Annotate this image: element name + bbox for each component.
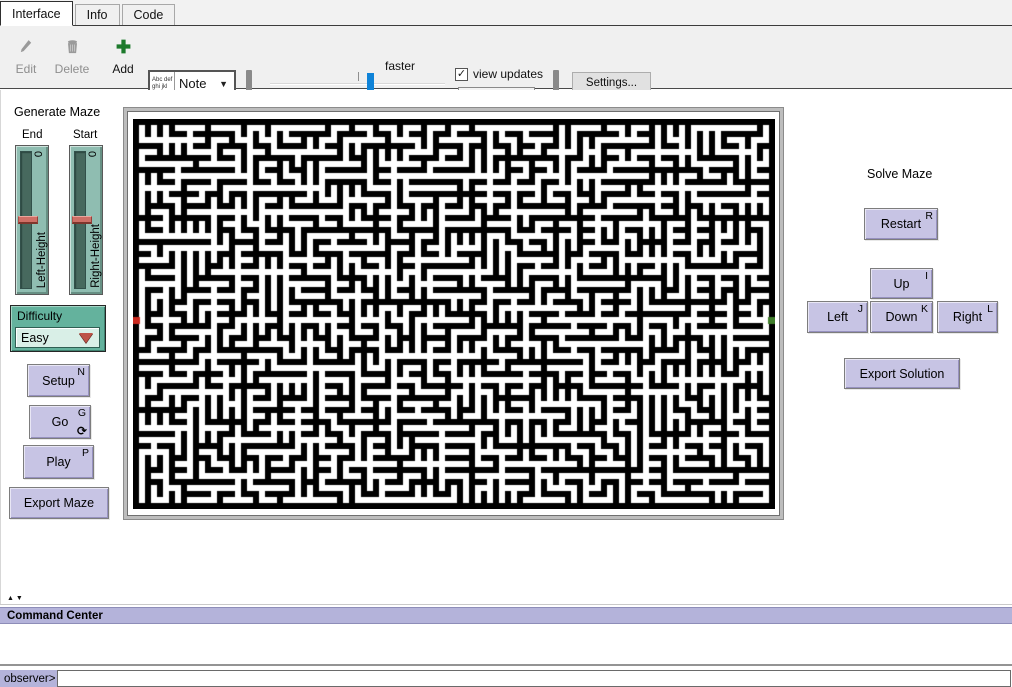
forever-icon: ⟳ [77,424,87,438]
down-button-label: Down [886,310,918,324]
start-label: Start [73,129,97,141]
command-prompt-row: observer> [0,670,1012,687]
difficulty-label: Difficulty [17,309,105,323]
world-view[interactable] [127,111,780,516]
export-maze-button[interactable]: Export Maze [9,487,109,519]
speed-slider[interactable] [270,83,445,85]
edit-label: Edit [4,62,48,76]
up-button-label: Up [894,277,910,291]
play-hotkey: P [82,447,89,459]
restart-hotkey: R [925,210,933,222]
setup-hotkey: N [77,366,85,378]
left-button[interactable]: Left J [807,301,868,333]
solve-maze-title: Solve Maze [867,167,932,181]
checkbox-check-icon[interactable]: ✓ [455,68,468,81]
go-button-label: Go [52,415,69,429]
command-center: Command Center observer> [0,604,1012,686]
difficulty-chooser[interactable]: Difficulty Easy [10,305,106,352]
command-center-output [0,624,1012,666]
slider-handle[interactable] [18,216,38,224]
end-label: End [22,129,42,141]
toolbar: Edit Delete Add Abc def ghi jkl Note ▼ f… [0,26,1012,89]
restart-button[interactable]: Restart R [864,208,938,240]
world-view-frame [123,107,784,520]
view-updates-checkbox[interactable]: ✓ view updates [455,67,543,81]
observer-prompt-label: observer> [0,670,57,687]
right-button-label: Right [953,310,982,324]
restart-button-label: Restart [881,217,921,231]
tab-info[interactable]: Info [75,4,120,25]
add-label: Add [101,62,145,76]
trash-icon [65,42,80,59]
speed-faster-label: faster [385,59,415,73]
play-button-label: Play [46,455,70,469]
dropdown-triangle-icon [79,333,93,343]
note-icon-line1: Abc def [152,77,174,84]
slider-value: 0 [33,151,45,157]
export-solution-button[interactable]: Export Solution [844,358,960,389]
plus-icon [115,42,132,59]
left-button-label: Left [827,310,848,324]
go-hotkey: G [78,407,86,419]
right-button[interactable]: Right L [937,301,998,333]
setup-button[interactable]: Setup N [27,364,90,397]
command-center-title: Command Center [7,610,103,622]
down-hotkey: K [921,303,928,315]
play-button[interactable]: Play P [23,445,94,479]
left-hotkey: J [858,303,863,315]
command-center-header[interactable]: Command Center [0,607,1012,624]
difficulty-value: Easy [16,331,79,345]
down-button[interactable]: Down K [870,301,933,333]
delete-button[interactable]: Delete [50,38,94,76]
right-height-slider[interactable]: 0 Right-Height [69,145,103,295]
generate-maze-title: Generate Maze [14,105,100,119]
command-center-splitter[interactable]: ▲▼ [7,595,25,602]
left-height-slider[interactable]: 0 Left-Height [15,145,49,295]
difficulty-dropdown[interactable]: Easy [15,327,100,348]
pencil-icon [18,42,34,59]
right-hotkey: L [987,303,993,315]
add-button[interactable]: Add [101,38,145,76]
go-button[interactable]: Go G ⟳ [29,405,91,439]
view-updates-label: view updates [473,67,543,81]
dropdown-arrow-icon: ▼ [219,79,234,89]
up-hotkey: I [925,270,928,282]
speed-slider-tick [358,72,359,81]
tab-code[interactable]: Code [122,4,176,25]
maze-canvas[interactable] [133,119,775,509]
tab-interface[interactable]: Interface [0,1,73,26]
slider-handle[interactable] [72,216,92,224]
widget-type-value: Note [175,76,219,91]
tab-bar: Interface Info Code [0,0,1012,26]
slider-name-label: Right-Height [90,224,102,288]
slider-value: 0 [87,151,99,157]
up-button[interactable]: Up I [870,268,933,299]
edit-button[interactable]: Edit [4,38,48,76]
interface-canvas: Generate Maze End Start 0 Left-Height 0 … [0,90,1012,604]
setup-button-label: Setup [42,374,75,388]
export-solution-label: Export Solution [860,367,945,381]
delete-label: Delete [50,62,94,76]
command-input[interactable] [57,670,1011,687]
export-maze-label: Export Maze [24,496,94,510]
slider-name-label: Left-Height [36,232,48,288]
